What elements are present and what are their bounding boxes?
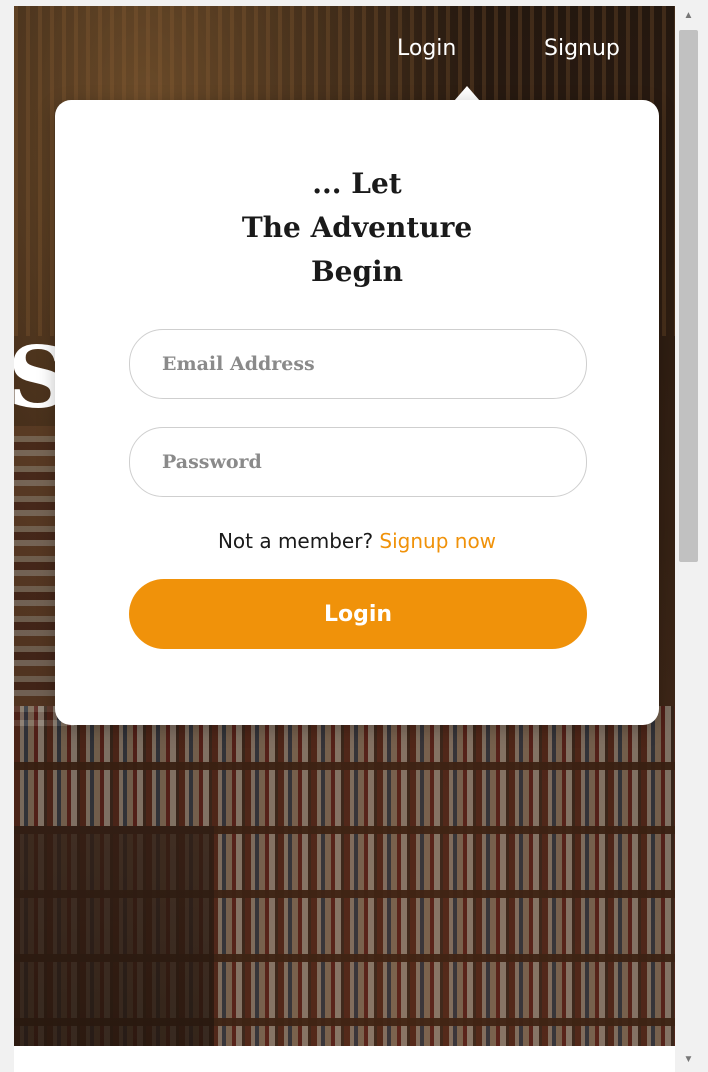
member-text: Not a member? (217, 529, 374, 553)
page-footer-strip (14, 1046, 675, 1072)
login-popup: ... Let The Adventure Begin Not a member… (55, 100, 659, 725)
email-field-wrapper (129, 329, 587, 399)
scroll-up-icon[interactable]: ▲ (677, 6, 700, 26)
signup-now-link[interactable]: Signup now (379, 529, 496, 553)
password-field-wrapper (129, 427, 587, 497)
popup-headline: ... Let The Adventure Begin (55, 162, 659, 294)
member-prompt: Not a member? Signup now (55, 529, 659, 553)
headline-line-1: ... Let (312, 167, 402, 200)
popup-caret (454, 86, 480, 101)
vertical-scrollbar[interactable]: ▲ ▼ (677, 6, 700, 1072)
login-button[interactable]: Login (129, 579, 587, 649)
password-input[interactable] (130, 428, 586, 496)
scrollbar-thumb[interactable] (679, 30, 698, 562)
nav-signup-link[interactable]: Signup (544, 36, 620, 61)
email-input[interactable] (130, 330, 586, 398)
scroll-down-icon[interactable]: ▼ (677, 1050, 700, 1070)
headline-line-2: The Adventure (241, 211, 473, 244)
hero-background: S Login Signup ... Let The Adventure Beg… (14, 6, 675, 1046)
headline-line-3: Begin (310, 255, 404, 288)
nav-login-link[interactable]: Login (397, 36, 456, 61)
